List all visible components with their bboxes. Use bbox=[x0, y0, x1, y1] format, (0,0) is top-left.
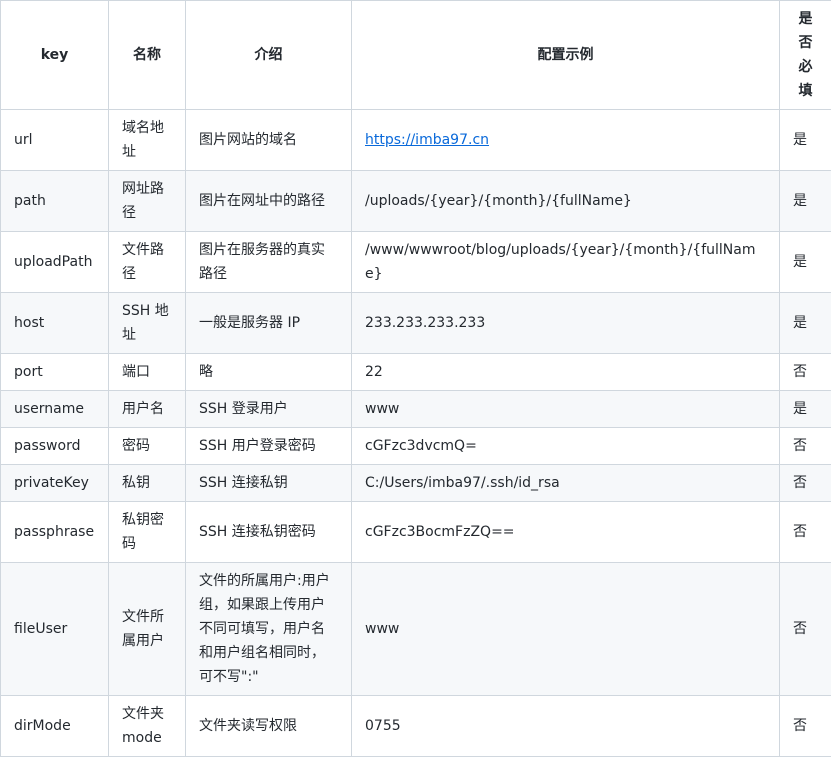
cell-name: 端口 bbox=[108, 353, 186, 391]
table-row: password 密码 SSH 用户登录密码 cGFzc3dvcmQ= 否 bbox=[0, 427, 831, 465]
cell-desc: 文件夹读写权限 bbox=[185, 695, 352, 757]
cell-required: 是 bbox=[779, 170, 831, 232]
header-required-label: 是否必填 bbox=[798, 11, 813, 99]
cell-example: www bbox=[351, 562, 780, 696]
cell-example: cGFzc3BocmFzZQ== bbox=[351, 501, 780, 563]
table-row: port 端口 略 22 否 bbox=[0, 353, 831, 391]
cell-required: 是 bbox=[779, 292, 831, 354]
cell-example: /www/wwwroot/blog/uploads/{year}/{month}… bbox=[351, 231, 780, 293]
cell-desc: 图片在网址中的路径 bbox=[185, 170, 352, 232]
cell-example: 22 bbox=[351, 353, 780, 391]
example-link[interactable]: https://imba97.cn bbox=[365, 132, 489, 148]
cell-required: 否 bbox=[779, 695, 831, 757]
cell-key: port bbox=[0, 353, 109, 391]
header-key: key bbox=[0, 0, 109, 110]
table-row: dirMode 文件夹 mode 文件夹读写权限 0755 否 bbox=[0, 695, 831, 757]
cell-name: 文件所属用户 bbox=[108, 562, 186, 696]
table-row: fileUser 文件所属用户 文件的所属用户:用户组，如果跟上传用户不同可填写… bbox=[0, 562, 831, 696]
cell-desc: 图片在服务器的真实路径 bbox=[185, 231, 352, 293]
cell-required: 否 bbox=[779, 464, 831, 502]
cell-name: SSH 地址 bbox=[108, 292, 186, 354]
header-required: 是否必填 bbox=[779, 0, 831, 110]
cell-name: 网址路径 bbox=[108, 170, 186, 232]
cell-key: password bbox=[0, 427, 109, 465]
cell-key: url bbox=[0, 109, 109, 171]
cell-required: 是 bbox=[779, 231, 831, 293]
config-table: key 名称 介绍 配置示例 是否必填 url 域名地址 图片网站的域名 htt… bbox=[0, 0, 831, 757]
cell-required: 否 bbox=[779, 501, 831, 563]
cell-required: 是 bbox=[779, 390, 831, 428]
cell-key: username bbox=[0, 390, 109, 428]
cell-example: C:/Users/imba97/.ssh/id_rsa bbox=[351, 464, 780, 502]
cell-example: https://imba97.cn bbox=[351, 109, 780, 171]
header-name: 名称 bbox=[108, 0, 186, 110]
table-row: path 网址路径 图片在网址中的路径 /uploads/{year}/{mon… bbox=[0, 170, 831, 232]
table-header-row: key 名称 介绍 配置示例 是否必填 bbox=[0, 0, 831, 110]
cell-name: 文件夹 mode bbox=[108, 695, 186, 757]
cell-name: 私钥密码 bbox=[108, 501, 186, 563]
cell-desc: 图片网站的域名 bbox=[185, 109, 352, 171]
cell-key: dirMode bbox=[0, 695, 109, 757]
cell-example: www bbox=[351, 390, 780, 428]
cell-desc: 文件的所属用户:用户组，如果跟上传用户不同可填写，用户名和用户组名相同时，可不写… bbox=[185, 562, 352, 696]
cell-required: 否 bbox=[779, 427, 831, 465]
cell-key: privateKey bbox=[0, 464, 109, 502]
cell-desc: 略 bbox=[185, 353, 352, 391]
cell-key: path bbox=[0, 170, 109, 232]
cell-example: cGFzc3dvcmQ= bbox=[351, 427, 780, 465]
cell-key: uploadPath bbox=[0, 231, 109, 293]
cell-key: host bbox=[0, 292, 109, 354]
table-row: uploadPath 文件路径 图片在服务器的真实路径 /www/wwwroot… bbox=[0, 231, 831, 293]
table-row: url 域名地址 图片网站的域名 https://imba97.cn 是 bbox=[0, 109, 831, 171]
cell-example: 233.233.233.233 bbox=[351, 292, 780, 354]
cell-required: 否 bbox=[779, 562, 831, 696]
header-example: 配置示例 bbox=[351, 0, 780, 110]
cell-desc: SSH 连接私钥密码 bbox=[185, 501, 352, 563]
cell-desc: SSH 登录用户 bbox=[185, 390, 352, 428]
cell-name: 私钥 bbox=[108, 464, 186, 502]
cell-example: 0755 bbox=[351, 695, 780, 757]
table-row: host SSH 地址 一般是服务器 IP 233.233.233.233 是 bbox=[0, 292, 831, 354]
cell-desc: SSH 连接私钥 bbox=[185, 464, 352, 502]
cell-required: 否 bbox=[779, 353, 831, 391]
cell-name: 密码 bbox=[108, 427, 186, 465]
cell-example: /uploads/{year}/{month}/{fullName} bbox=[351, 170, 780, 232]
cell-key: passphrase bbox=[0, 501, 109, 563]
header-desc: 介绍 bbox=[185, 0, 352, 110]
cell-desc: SSH 用户登录密码 bbox=[185, 427, 352, 465]
table-row: privateKey 私钥 SSH 连接私钥 C:/Users/imba97/.… bbox=[0, 464, 831, 502]
cell-name: 用户名 bbox=[108, 390, 186, 428]
cell-name: 域名地址 bbox=[108, 109, 186, 171]
table-row: passphrase 私钥密码 SSH 连接私钥密码 cGFzc3BocmFzZ… bbox=[0, 501, 831, 563]
table-row: username 用户名 SSH 登录用户 www 是 bbox=[0, 390, 831, 428]
cell-required: 是 bbox=[779, 109, 831, 171]
cell-key: fileUser bbox=[0, 562, 109, 696]
cell-desc: 一般是服务器 IP bbox=[185, 292, 352, 354]
cell-name: 文件路径 bbox=[108, 231, 186, 293]
